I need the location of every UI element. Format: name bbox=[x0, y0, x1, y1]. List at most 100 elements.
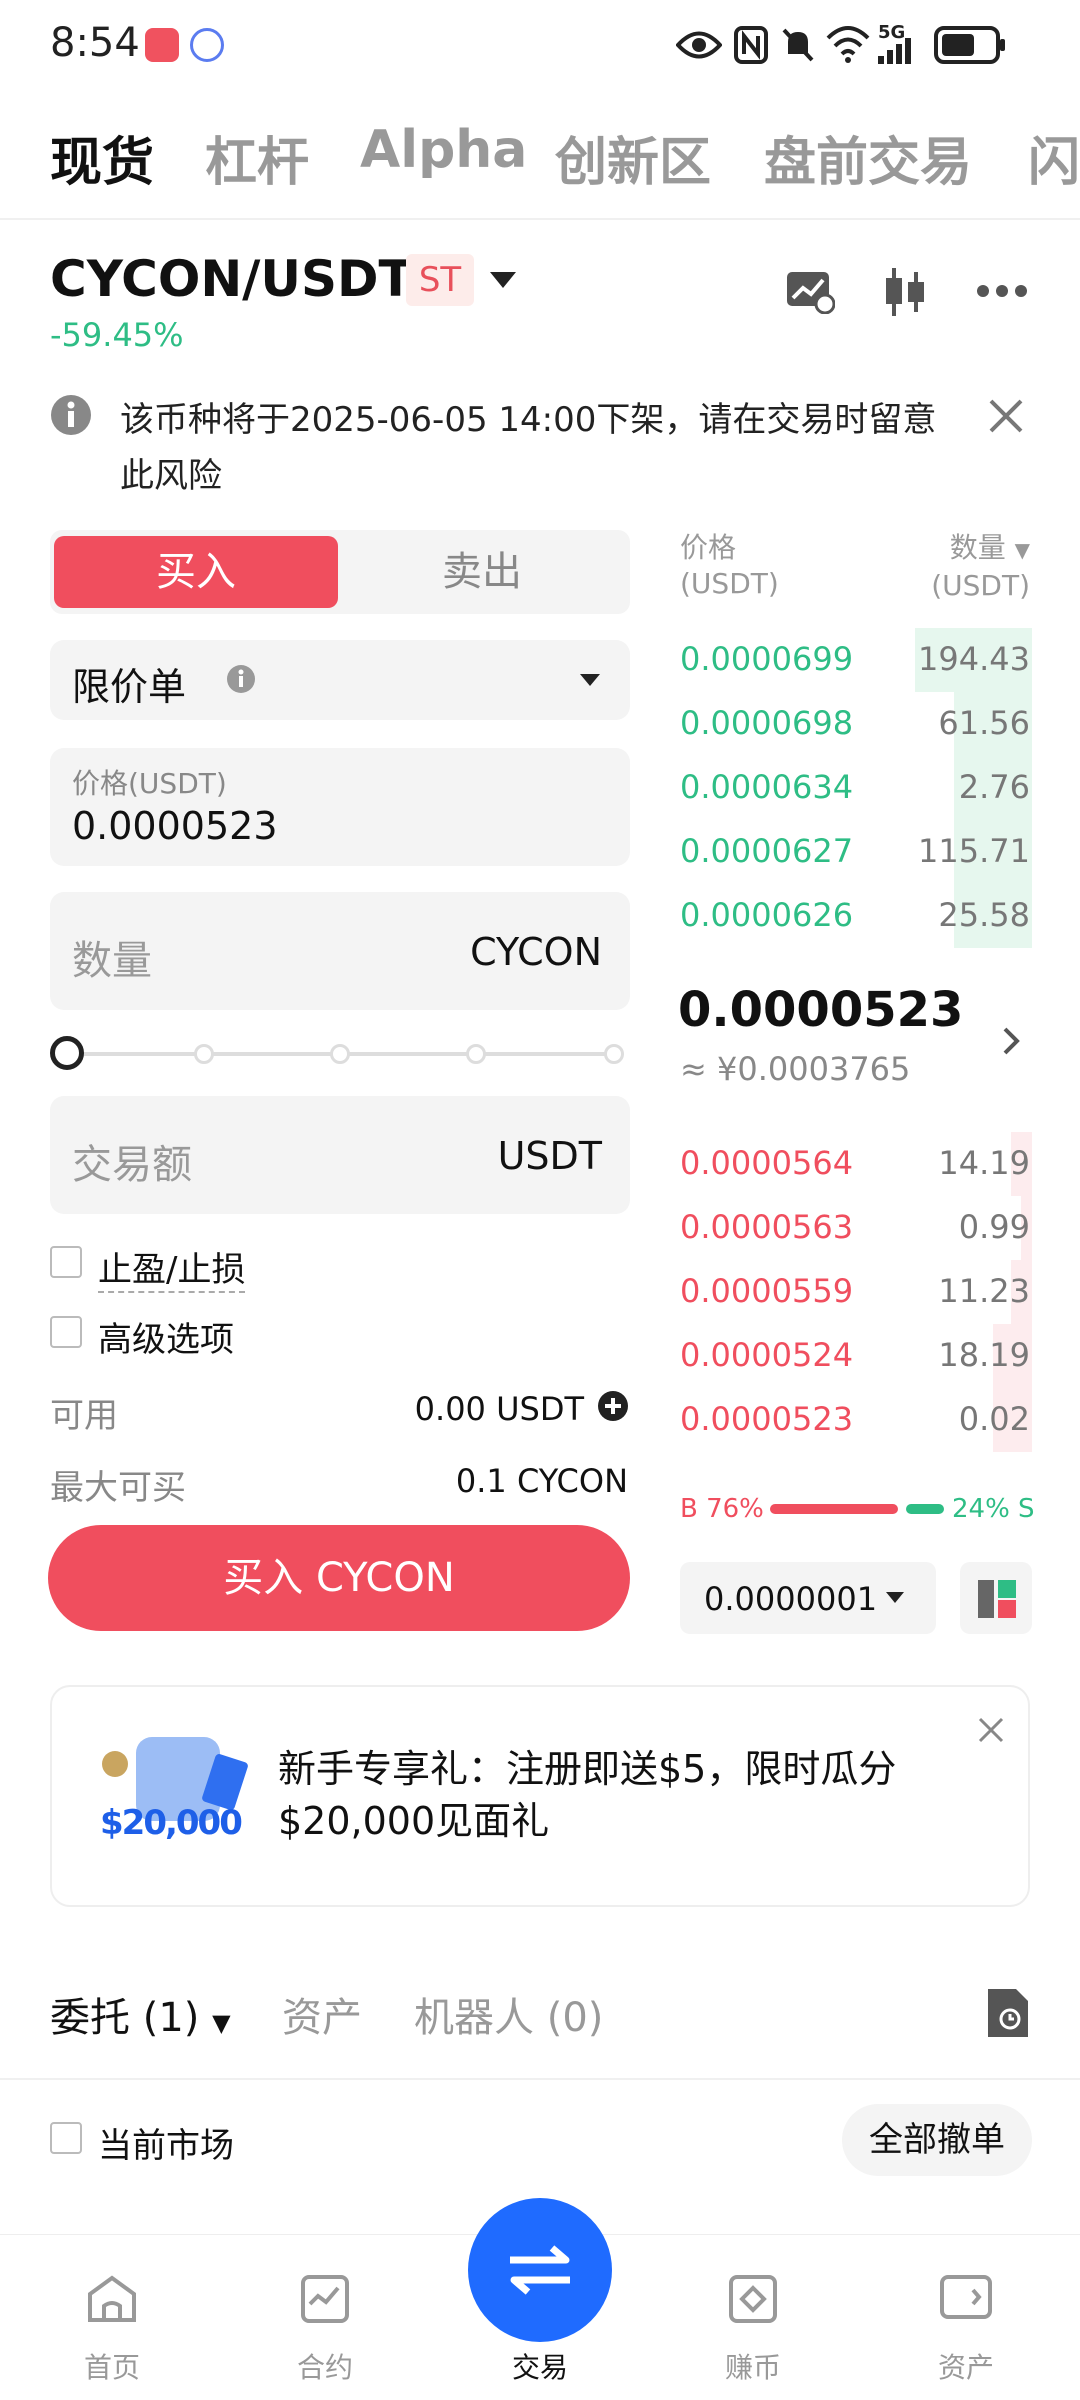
orderbook-price-header: 价格 (USDT) bbox=[680, 530, 779, 602]
layout-toggle[interactable] bbox=[960, 1562, 1032, 1634]
ask-qty: 0.99 bbox=[958, 1208, 1030, 1246]
price-value: 0.0000523 bbox=[72, 804, 278, 848]
max-buy-value: 0.1 CYCON bbox=[455, 1462, 628, 1500]
ask-row[interactable]: 0.0000524 18.19 bbox=[678, 1324, 1032, 1388]
chevron-right-icon[interactable] bbox=[1002, 1026, 1020, 1056]
candlestick-icon[interactable] bbox=[882, 266, 928, 318]
earn-icon bbox=[729, 2275, 777, 2323]
advanced-label[interactable]: 高级选项 bbox=[98, 1312, 234, 1361]
order-history-icon[interactable] bbox=[986, 1987, 1030, 2039]
st-badge[interactable]: ST bbox=[406, 254, 474, 306]
nav-earn[interactable] bbox=[683, 2274, 823, 2331]
tab-alpha[interactable]: Alpha bbox=[360, 120, 527, 180]
orderbook-qty-header[interactable]: 数量 ▼ (USDT) bbox=[900, 530, 1030, 604]
available-value: 0.00 USDT bbox=[414, 1390, 584, 1428]
price-input[interactable]: 价格(USDT) 0.0000523 bbox=[50, 748, 630, 866]
bid-row[interactable]: 0.0000627 115.71 bbox=[678, 820, 1032, 884]
ask-qty: 0.02 bbox=[958, 1400, 1030, 1438]
tab-orders-label: 委托 (1) bbox=[50, 1995, 200, 2041]
bid-price: 0.0000627 bbox=[680, 832, 854, 870]
ask-row[interactable]: 0.0000563 0.99 bbox=[678, 1196, 1032, 1260]
wifi-icon bbox=[826, 26, 870, 63]
add-funds-icon[interactable] bbox=[597, 1390, 629, 1422]
pair-symbol[interactable]: CYCON/USDT bbox=[50, 250, 413, 308]
current-market-label[interactable]: 当前市场 bbox=[98, 2118, 234, 2167]
tab-bots[interactable]: 机器人 (0) bbox=[414, 1985, 603, 2043]
mute-icon bbox=[782, 28, 814, 62]
tab-innovation[interactable]: 创新区 bbox=[555, 120, 711, 195]
notice-text: 该币种将于2025-06-05 14:00下架，请在交易时留意此风险 bbox=[120, 400, 937, 496]
tab-spot[interactable]: 现货 bbox=[50, 120, 154, 195]
bid-price: 0.0000698 bbox=[680, 704, 854, 742]
music-app-icon bbox=[190, 28, 224, 62]
slider-tick-75[interactable] bbox=[466, 1044, 486, 1064]
bid-price: 0.0000634 bbox=[680, 768, 854, 806]
ask-price: 0.0000563 bbox=[680, 1208, 854, 1246]
order-type-info-icon[interactable] bbox=[226, 664, 256, 694]
current-market-checkbox[interactable] bbox=[50, 2122, 82, 2154]
precision-select[interactable]: 0.0000001 bbox=[680, 1562, 936, 1634]
buy-submit-button[interactable]: 买入 CYCON bbox=[48, 1525, 630, 1631]
ask-price: 0.0000523 bbox=[680, 1400, 854, 1438]
tab-flash[interactable]: 闪 bbox=[1028, 120, 1080, 195]
divider bbox=[0, 2078, 1080, 2080]
advanced-checkbox[interactable] bbox=[50, 1316, 82, 1348]
bid-price: 0.0000626 bbox=[680, 896, 854, 934]
status-time: 8:54 bbox=[50, 20, 140, 66]
nav-home[interactable] bbox=[42, 2274, 182, 2331]
quantity-input[interactable]: 数量 CYCON bbox=[50, 892, 630, 1010]
tpsl-checkbox[interactable] bbox=[50, 1246, 82, 1278]
slider-tick-50[interactable] bbox=[330, 1044, 350, 1064]
nav-assets[interactable] bbox=[896, 2274, 1036, 2327]
close-notice-icon[interactable] bbox=[988, 398, 1024, 434]
buy-tab[interactable]: 买入 bbox=[54, 536, 338, 608]
futures-icon bbox=[301, 2275, 349, 2323]
bid-qty: 194.43 bbox=[918, 640, 1030, 678]
bid-row[interactable]: 0.0000698 61.56 bbox=[678, 692, 1032, 756]
tab-assets[interactable]: 资产 bbox=[282, 1985, 362, 2043]
last-price-cny: ≈ ¥0.0003765 bbox=[680, 1050, 911, 1088]
sell-tab[interactable]: 卖出 bbox=[338, 536, 626, 608]
max-buy-label: 最大可买 bbox=[50, 1468, 186, 1508]
ask-row[interactable]: 0.0000559 11.23 bbox=[678, 1260, 1032, 1324]
slider-handle[interactable] bbox=[50, 1036, 84, 1070]
trade-amount-input[interactable]: 交易额 USDT bbox=[50, 1096, 630, 1214]
orderbook-qty-title: 数量 ▼ bbox=[949, 531, 1030, 564]
nav-home-label[interactable]: 首页 bbox=[42, 2346, 182, 2386]
tab-orders[interactable]: 委托 (1) ▼ bbox=[50, 1985, 231, 2043]
bid-row[interactable]: 0.0000699 194.43 bbox=[678, 628, 1032, 692]
nav-futures-label[interactable]: 合约 bbox=[255, 2346, 395, 2386]
ask-row[interactable]: 0.0000564 14.19 bbox=[678, 1132, 1032, 1196]
more-icon[interactable] bbox=[976, 284, 1028, 298]
pair-dropdown-icon[interactable] bbox=[490, 272, 516, 290]
order-type-select[interactable]: 限价单 bbox=[50, 640, 630, 720]
ask-qty: 18.19 bbox=[938, 1336, 1030, 1374]
tab-premarket[interactable]: 盘前交易 bbox=[764, 120, 972, 195]
bid-qty: 2.76 bbox=[958, 768, 1030, 806]
last-price: 0.0000523 bbox=[678, 982, 964, 1038]
bid-qty: 61.56 bbox=[938, 704, 1030, 742]
close-promo-icon[interactable] bbox=[978, 1717, 1004, 1743]
nav-trade[interactable] bbox=[468, 2198, 612, 2342]
nav-assets-label[interactable]: 资产 bbox=[896, 2346, 1036, 2386]
available-label: 可用 bbox=[50, 1396, 118, 1436]
nav-trade-label[interactable]: 交易 bbox=[470, 2346, 610, 2386]
tpsl-label[interactable]: 止盈/止损 bbox=[98, 1242, 246, 1293]
home-icon bbox=[88, 2275, 136, 2322]
slider-tick-25[interactable] bbox=[194, 1044, 214, 1064]
ask-row[interactable]: 0.0000523 0.02 bbox=[678, 1388, 1032, 1452]
slider-tick-100[interactable] bbox=[604, 1044, 624, 1064]
promo-banner[interactable]: $20,000 新手专享礼：注册即送$5，限时瓜分$20,000见面礼 bbox=[50, 1685, 1030, 1907]
order-type-label: 限价单 bbox=[72, 665, 187, 709]
eye-icon bbox=[676, 31, 722, 59]
bid-row[interactable]: 0.0000634 2.76 bbox=[678, 756, 1032, 820]
price-label: 价格(USDT) bbox=[72, 767, 227, 800]
price-change: -59.45% bbox=[50, 316, 184, 354]
cancel-all-button[interactable]: 全部撤单 bbox=[842, 2104, 1032, 2176]
nav-futures[interactable] bbox=[255, 2274, 395, 2331]
bid-row[interactable]: 0.0000626 25.58 bbox=[678, 884, 1032, 948]
bid-qty: 25.58 bbox=[938, 896, 1030, 934]
chart-icon[interactable] bbox=[785, 270, 835, 314]
nav-earn-label[interactable]: 赚币 bbox=[683, 2346, 823, 2386]
tab-margin[interactable]: 杠杆 bbox=[205, 120, 309, 195]
